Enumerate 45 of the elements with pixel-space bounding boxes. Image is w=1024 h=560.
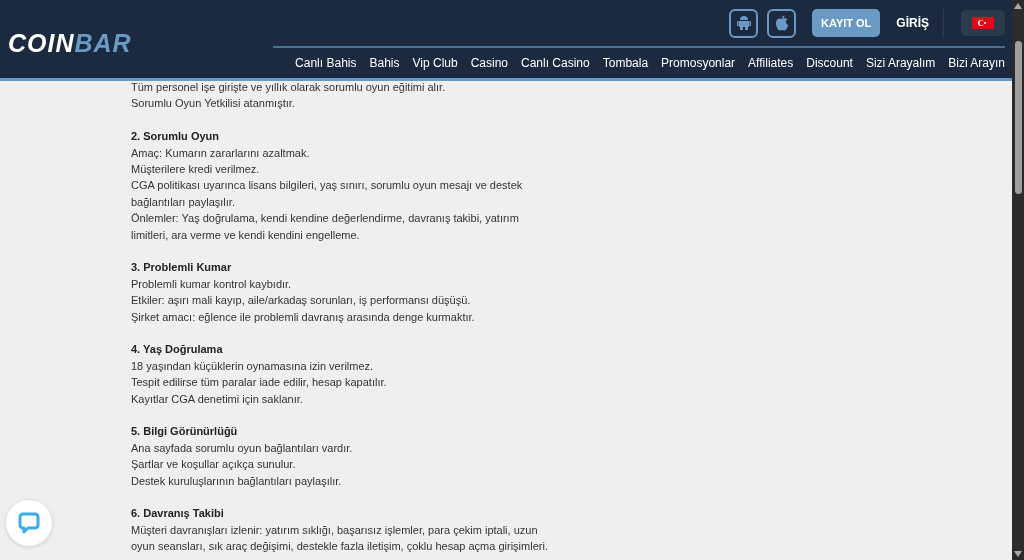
scrollbar-thumb[interactable] bbox=[1014, 41, 1022, 194]
android-app-button[interactable] bbox=[729, 8, 758, 38]
apple-app-button[interactable] bbox=[767, 8, 796, 38]
text-line: Problemli kumar kontrol kaybıdır. bbox=[131, 276, 293, 292]
scroll-down-icon[interactable] bbox=[1014, 551, 1022, 557]
text-line: Tespit edilirse tüm paralar iade edilir, hesap kapatılır. bbox=[131, 375, 388, 391]
login-link[interactable]: GİRİŞ bbox=[896, 16, 929, 30]
text-line: 18 yaşından küçüklerin oynamasına izin verilmez. bbox=[131, 358, 375, 374]
section-heading: 6. Davranış Takibi bbox=[131, 506, 225, 522]
nav-link[interactable]: Canlı Casino bbox=[521, 56, 590, 70]
text-line: Amaç: Kumarın zararlarını azaltmak. bbox=[131, 145, 311, 161]
text-line: Ana sayfada sorumlu oyun bağlantıları vardır. bbox=[131, 440, 354, 456]
nav-link[interactable]: Tombala bbox=[602, 56, 649, 70]
turkey-flag-icon bbox=[972, 17, 994, 29]
text-line: Tüm personel işe girişte ve yıllık olarak sorumlu oyun eğitimi alır. bbox=[131, 80, 447, 95]
text-line: Sorumlu Oyun Yetkilisi atanmıştır. bbox=[131, 96, 296, 112]
scrollbar[interactable] bbox=[1012, 0, 1024, 560]
section-heading: 5. Bilgi Görünürlüğü bbox=[131, 424, 239, 440]
nav-link[interactable]: Bahis bbox=[369, 56, 400, 70]
text-line: Destek kuruluşlarının bağlantıları paylaşılır. bbox=[131, 473, 343, 489]
text-line: Müşterilere kredi verilmez. bbox=[131, 162, 261, 177]
nav-link[interactable]: Affiliates bbox=[748, 56, 794, 70]
android-icon bbox=[736, 15, 751, 31]
nav-link[interactable]: Canlı Bahis bbox=[295, 56, 357, 70]
text-line: Kayıtlar CGA denetimi için saklanır. bbox=[131, 391, 304, 407]
nav-link[interactable]: Casino bbox=[470, 56, 508, 70]
section-heading: 3. Problemli Kumar bbox=[131, 260, 233, 276]
nav-link[interactable]: Promosyonlar bbox=[661, 56, 736, 70]
text-line: Etkiler: aşırı mali kayıp, aile/arkadaş sorunları, iş performansı düşüşü. bbox=[131, 293, 472, 309]
apple-icon bbox=[774, 15, 789, 31]
nav-link[interactable]: Bizi Arayın bbox=[948, 56, 1005, 70]
coinbar-logo[interactable]: COINBAR bbox=[8, 30, 132, 56]
chat-icon bbox=[18, 512, 40, 534]
text-line: Müşteri davranışları izlenir: yatırım sıklığı, başarısız işlemler, para çekim iptali, uzun oyun seansları, sık araç değişimi, destekle fazla iletişim, çoklu hesap açma girişimleri. bbox=[131, 522, 549, 555]
nav-link[interactable]: Sizi Arayalım bbox=[865, 56, 936, 70]
text-line: Önlemler: Yaş doğrulama, kendi kendine değerlendirme, davranış takibi, yatırım limitleri, ara verme ve kendi kendini engelleme. bbox=[131, 211, 520, 243]
language-button[interactable] bbox=[961, 10, 1005, 36]
text-line: Şartlar ve koşullar açıkça sunulur. bbox=[131, 457, 297, 473]
text-line: Şirket amacı: eğlence ile problemli davranış arasında denge kurmaktır. bbox=[131, 309, 476, 325]
nav-link[interactable]: Vip Club bbox=[412, 56, 458, 70]
nav-link[interactable]: Discount bbox=[806, 56, 853, 70]
text-line: CGA politikası uyarınca lisans bilgileri, yaş sınırı, sorumlu oyun mesajı ve destek bağlantıları paylaşılır. bbox=[131, 178, 524, 210]
section-heading: 4. Yaş Doğrulama bbox=[131, 342, 224, 358]
scroll-up-icon[interactable] bbox=[1014, 3, 1022, 9]
section-heading: 2. Sorumlu Oyun bbox=[131, 129, 220, 145]
